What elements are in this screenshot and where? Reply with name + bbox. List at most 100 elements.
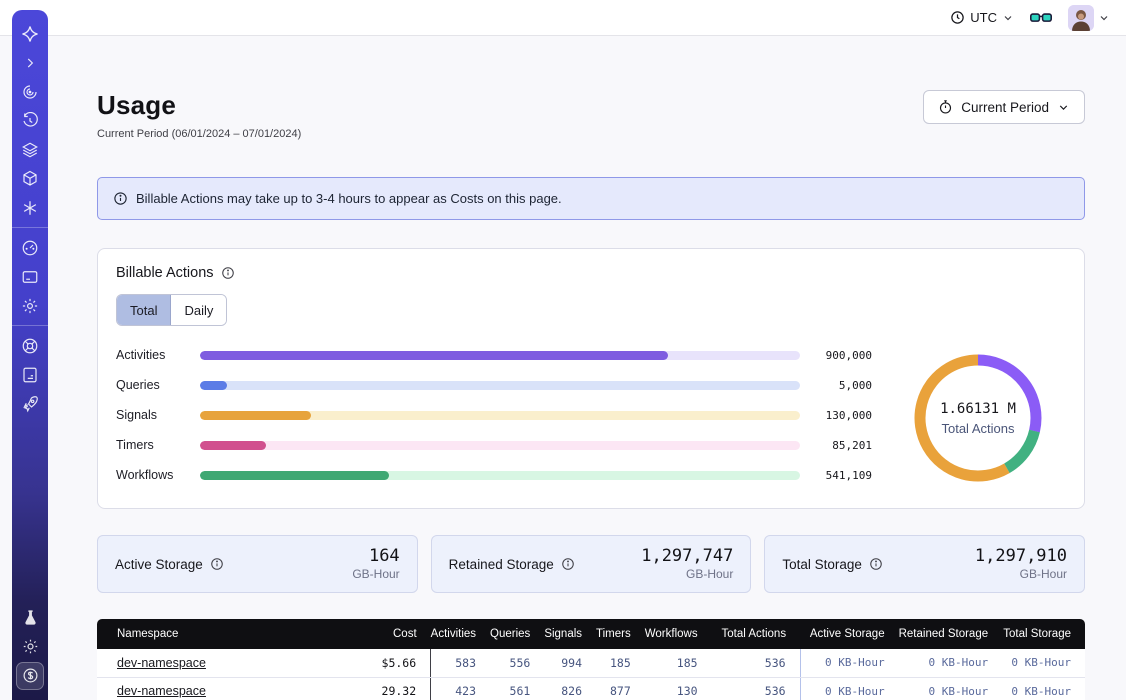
temporal-logo-icon <box>20 24 40 44</box>
namespace-link[interactable]: dev-namespace <box>117 656 206 670</box>
bar-label: Workflows <box>116 468 200 482</box>
workflows-cell: 185 <box>645 649 712 677</box>
bar-track <box>200 471 800 480</box>
chart-mode-tabs: Total Daily <box>116 294 227 326</box>
sidebar-item-settings[interactable] <box>12 291 48 320</box>
glasses-icon <box>1030 10 1052 26</box>
sidebar-item-layers[interactable] <box>12 135 48 164</box>
active-storage-cell: 0 KB-Hour <box>800 649 899 677</box>
account-menu[interactable] <box>1068 5 1110 31</box>
billable-actions-title: Billable Actions <box>116 265 214 281</box>
col-queries: Queries <box>490 619 544 649</box>
timers-cell: 185 <box>596 649 645 677</box>
col-retained-storage: Retained Storage <box>899 619 1003 649</box>
sidebar-item-billing[interactable] <box>12 661 48 690</box>
sidebar-item-nexus[interactable] <box>12 193 48 222</box>
table-header-row: Namespace Cost Activities Queries Signal… <box>97 619 1085 649</box>
active-storage-card: Active Storage 164 GB-Hour <box>97 535 418 593</box>
sidebar-item-theme[interactable] <box>12 632 48 661</box>
storage-card-value: 164 <box>352 547 399 566</box>
bar-track <box>200 441 800 450</box>
sidebar-item-support[interactable] <box>12 331 48 360</box>
table-row: dev-namespace $5.66 583 556 994 185 185 … <box>97 649 1085 677</box>
info-icon[interactable] <box>561 557 575 571</box>
page-subtitle: Current Period (06/01/2024 – 07/01/2024) <box>97 128 301 140</box>
sidebar-item-home[interactable] <box>12 19 48 48</box>
sidebar-item-schedules[interactable] <box>12 106 48 135</box>
col-total-storage: Total Storage <box>1002 619 1085 649</box>
storage-card-unit: GB-Hour <box>352 567 399 581</box>
info-banner: Billable Actions may take up to 3-4 hour… <box>97 177 1085 220</box>
cost-cell: $5.66 <box>342 649 431 677</box>
activities-cell: 423 <box>431 677 490 700</box>
bar-row-timers: Timers 85,201 <box>116 438 872 452</box>
tab-daily[interactable]: Daily <box>171 295 226 325</box>
period-label: Current Period <box>961 100 1049 115</box>
info-icon <box>113 191 128 206</box>
book-icon <box>21 366 39 384</box>
col-workflows: Workflows <box>645 619 712 649</box>
chevron-down-icon <box>1057 101 1070 114</box>
main-content: Usage Current Period (06/01/2024 – 07/01… <box>48 36 1126 700</box>
bar-fill <box>200 441 266 450</box>
storage-card-unit: GB-Hour <box>641 567 733 581</box>
bar-track <box>200 351 800 360</box>
bar-value: 541,109 <box>800 469 872 482</box>
sidebar-item-namespaces[interactable] <box>12 77 48 106</box>
storage-card-unit: GB-Hour <box>975 567 1067 581</box>
tab-total[interactable]: Total <box>117 295 171 325</box>
gauge-icon <box>21 239 39 257</box>
storage-card-label: Retained Storage <box>449 557 554 572</box>
storage-card-label: Total Storage <box>782 557 862 572</box>
info-icon[interactable] <box>221 266 235 280</box>
col-total-actions: Total Actions <box>712 619 801 649</box>
bar-track <box>200 381 800 390</box>
info-icon[interactable] <box>210 557 224 571</box>
total-storage-cell: 0 KB-Hour <box>1002 677 1085 700</box>
total-actions-cell: 536 <box>712 677 801 700</box>
banner-text: Billable Actions may take up to 3-4 hour… <box>136 191 562 206</box>
sidebar-item-plans[interactable] <box>12 262 48 291</box>
namespace-link[interactable]: dev-namespace <box>117 684 206 698</box>
timezone-selector[interactable]: UTC <box>950 10 1014 25</box>
sun-icon <box>22 638 39 655</box>
chevron-down-icon <box>1098 12 1110 24</box>
retained-storage-card: Retained Storage 1,297,747 GB-Hour <box>431 535 752 593</box>
bar-row-activities: Activities 900,000 <box>116 348 872 362</box>
total-storage-cell: 0 KB-Hour <box>1002 649 1085 677</box>
bar-value: 85,201 <box>800 439 872 452</box>
sidebar-divider <box>12 325 48 326</box>
active-storage-cell: 0 KB-Hour <box>800 677 899 700</box>
sidebar-divider <box>12 227 48 228</box>
bar-value: 130,000 <box>800 409 872 422</box>
col-namespace: Namespace <box>97 619 342 649</box>
clock-icon <box>950 10 965 25</box>
chevron-right-icon <box>23 56 37 70</box>
rocket-icon <box>21 395 39 413</box>
top-bar: UTC <box>0 0 1126 36</box>
sidebar-item-docs[interactable] <box>12 360 48 389</box>
billable-actions-card: Billable Actions Total Daily Activities … <box>97 248 1085 509</box>
storage-card-label: Active Storage <box>115 557 203 572</box>
activities-cell: 583 <box>431 649 490 677</box>
asterisk-icon <box>21 199 39 217</box>
labs-glasses-button[interactable] <box>1030 10 1052 26</box>
page-title: Usage <box>97 90 301 121</box>
info-icon[interactable] <box>869 557 883 571</box>
queries-cell: 561 <box>490 677 544 700</box>
sidebar-item-labs[interactable] <box>12 603 48 632</box>
bar-label: Activities <box>116 348 200 362</box>
sidebar-item-deployments[interactable] <box>12 164 48 193</box>
sidebar-item-usage[interactable] <box>12 233 48 262</box>
bar-fill <box>200 471 389 480</box>
sidebar-item-getting-started[interactable] <box>12 389 48 418</box>
retained-storage-cell: 0 KB-Hour <box>899 677 1003 700</box>
period-selector-button[interactable]: Current Period <box>923 90 1085 124</box>
sidebar-item-expand[interactable] <box>12 48 48 77</box>
dollar-coin-icon <box>22 667 39 684</box>
billable-actions-bar-chart: Activities 900,000 Queries 5,000 Signals… <box>116 348 898 488</box>
history-clock-icon <box>21 112 39 130</box>
bar-fill <box>200 381 227 390</box>
bar-row-workflows: Workflows 541,109 <box>116 468 872 482</box>
col-active-storage: Active Storage <box>800 619 899 649</box>
